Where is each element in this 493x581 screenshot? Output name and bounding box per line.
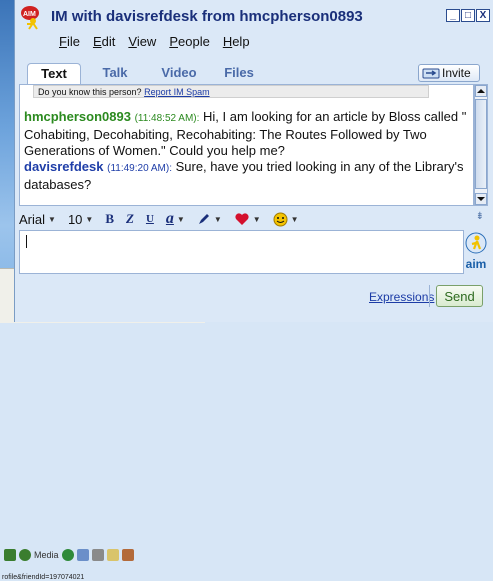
- up-arrow-icon: [477, 89, 485, 93]
- text-cursor: [26, 235, 27, 248]
- emoticon-button[interactable]: ▼: [273, 212, 299, 227]
- mail-icon[interactable]: [76, 549, 89, 561]
- address-bar-text[interactable]: rofile&friendId=197074021: [2, 574, 84, 581]
- pen-icon: [198, 214, 209, 224]
- bottom-divider: [429, 285, 430, 307]
- message-timestamp: (11:48:52 AM):: [134, 113, 200, 124]
- browser-back-icon[interactable]: [4, 549, 16, 561]
- transcript-scrollbar[interactable]: [474, 84, 488, 206]
- close-button[interactable]: X: [476, 9, 490, 22]
- menu-view[interactable]: View: [128, 34, 156, 49]
- smiley-icon: [273, 212, 288, 226]
- messenger-icon[interactable]: [121, 549, 134, 561]
- conversation-transcript[interactable]: hmcpherson0893 (11:48:52 AM): Hi, I am l…: [19, 84, 474, 206]
- know-person-bar: Do you know this person? Report IM Spam: [33, 85, 429, 98]
- tab-talk[interactable]: Talk: [93, 63, 137, 83]
- message-timestamp: (11:49:20 AM):: [107, 163, 172, 174]
- tab-text[interactable]: Text: [27, 63, 81, 84]
- text-color-button[interactable]: a ▼: [166, 210, 185, 228]
- underline-button[interactable]: U: [146, 213, 154, 225]
- aim-side-icon: [465, 232, 487, 254]
- bold-button[interactable]: B: [105, 211, 114, 227]
- message-sender: davisrefdesk: [24, 159, 104, 174]
- invite-button[interactable]: Invite: [418, 64, 480, 82]
- history-icon[interactable]: [61, 549, 74, 561]
- scroll-down-button[interactable]: [475, 193, 487, 205]
- aim-side-logo: aim: [461, 232, 491, 272]
- expand-toolbar-icon[interactable]: ⇟: [476, 211, 484, 222]
- menu-file[interactable]: File: [59, 34, 80, 49]
- window-controls: _ □ X: [446, 9, 490, 22]
- tab-video[interactable]: Video: [153, 63, 205, 83]
- font-select[interactable]: Arial ▼: [19, 212, 56, 227]
- menu-edit[interactable]: Edit: [93, 34, 115, 49]
- message-list: hmcpherson0893 (11:48:52 AM): Hi, I am l…: [24, 109, 469, 193]
- im-window: AIM IM with davisrefdesk from hmcpherson…: [14, 0, 493, 322]
- menu-people[interactable]: People: [169, 34, 209, 49]
- svg-text:AIM: AIM: [23, 11, 36, 18]
- minimize-button[interactable]: _: [446, 9, 460, 22]
- aim-running-man-icon: AIM: [21, 6, 39, 30]
- scrollbar-thumb[interactable]: [475, 99, 487, 189]
- folder-icon[interactable]: [106, 549, 119, 561]
- wink-button[interactable]: ▼: [234, 212, 261, 226]
- print-icon[interactable]: [91, 549, 104, 561]
- highlight-button[interactable]: ▼: [197, 212, 222, 226]
- formatting-toolbar: Arial ▼ 10 ▼ B Z U a ▼ ▼ ▼ ▼ ⇟: [19, 209, 488, 229]
- media-icon[interactable]: [19, 549, 31, 561]
- window-title: IM with davisrefdesk from hmcpherson0893: [51, 8, 363, 25]
- title-bar[interactable]: AIM IM with davisrefdesk from hmcpherson…: [15, 0, 493, 30]
- message-sender: hmcpherson0893: [24, 109, 131, 124]
- italic-button[interactable]: Z: [126, 211, 134, 227]
- down-arrow-icon: [477, 197, 485, 201]
- media-label[interactable]: Media: [34, 550, 59, 560]
- invite-label: Invite: [442, 66, 471, 80]
- heart-icon: [235, 213, 249, 225]
- invite-icon: [422, 68, 440, 78]
- aim-side-label: aim: [465, 257, 487, 271]
- tab-files[interactable]: Files: [217, 63, 261, 83]
- send-button[interactable]: Send: [436, 285, 483, 307]
- know-person-question: Do you know this person?: [38, 87, 142, 97]
- menu-help[interactable]: Help: [223, 34, 250, 49]
- scroll-up-button[interactable]: [475, 85, 487, 97]
- background-browser-toolbar: Media: [0, 545, 209, 565]
- message-input[interactable]: [19, 230, 464, 274]
- font-size-select[interactable]: 10 ▼: [68, 212, 93, 227]
- report-spam-link[interactable]: Report IM Spam: [144, 87, 210, 97]
- menu-bar: File Edit View People Help: [59, 34, 263, 49]
- maximize-button[interactable]: □: [461, 9, 475, 22]
- expressions-link[interactable]: Expressions: [369, 290, 434, 304]
